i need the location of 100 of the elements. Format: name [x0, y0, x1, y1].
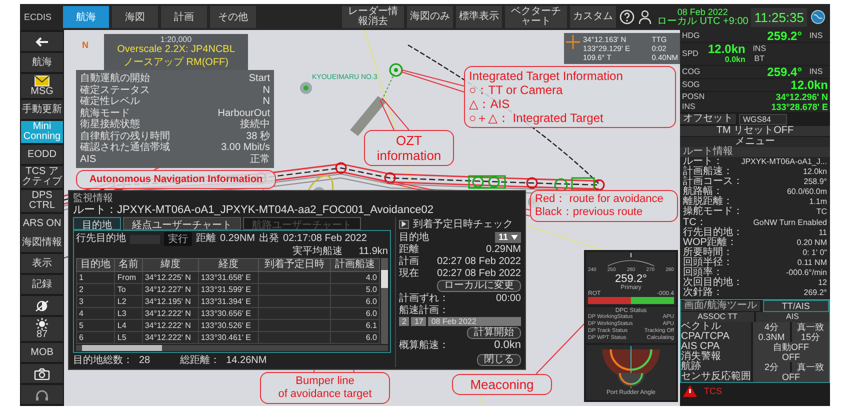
- table-cell: 6.0: [330, 332, 380, 344]
- scrollbar[interactable]: [381, 258, 388, 344]
- nav-tab[interactable]: 航海: [63, 6, 109, 28]
- sidebar-button[interactable]: 航海: [21, 53, 63, 72]
- toolbar-button[interactable]: レーダー情報消去: [342, 6, 404, 28]
- setting-value[interactable]: OFF: [753, 352, 829, 362]
- nav-tab[interactable]: 計画: [161, 6, 207, 28]
- field-value: 0.0kn: [494, 340, 521, 351]
- user-icon[interactable]: [638, 9, 654, 25]
- column-header: 名前: [114, 258, 142, 272]
- info-value: Start: [248, 73, 270, 84]
- field-label: 目的地: [399, 232, 429, 243]
- total-waypoints: 28: [139, 355, 150, 367]
- source-label: BT: [753, 54, 766, 64]
- total-distance: 14.26NM: [226, 355, 267, 367]
- setting-value[interactable]: 真一致: [792, 362, 829, 372]
- field-label: 計画: [399, 256, 419, 267]
- chart-map[interactable]: [64, 30, 680, 406]
- setting-value[interactable]: 4分: [753, 322, 790, 332]
- reset-button[interactable]: TM リセットOFF: [680, 126, 830, 136]
- window-tab[interactable]: 経点ユーザーチャート: [123, 217, 241, 230]
- field-label: 実平均船速: [292, 246, 343, 258]
- offset-button[interactable]: オフセット: [680, 114, 736, 124]
- sidebar-button[interactable]: [21, 364, 63, 383]
- heading-value: 259.2°: [615, 273, 647, 285]
- assoc-tt-button[interactable]: ASSOC TT: [681, 312, 754, 322]
- setting-value[interactable]: 自動OFF: [753, 342, 829, 352]
- brightness-icon: [34, 300, 50, 312]
- sidebar-button[interactable]: EODD: [21, 145, 63, 164]
- setting-value[interactable]: 0.3NM: [753, 332, 790, 342]
- info-value: 0.11 NM: [797, 258, 827, 268]
- window-tab[interactable]: 目的地: [73, 217, 121, 230]
- callout-text: ○：TT or Camera: [469, 83, 563, 97]
- sidebar-button[interactable]: MOB: [21, 343, 63, 362]
- sidebar-button[interactable]: [21, 296, 63, 315]
- callout-text: information: [376, 148, 442, 163]
- target-icon: [389, 63, 403, 77]
- sidebar-button[interactable]: TCS アクティブ: [21, 166, 63, 188]
- play-button[interactable]: [399, 220, 409, 228]
- tool-tab[interactable]: TT/AIS: [762, 300, 829, 312]
- sidebar-button[interactable]: 手動更新: [21, 100, 63, 119]
- nav-tab[interactable]: 海図: [112, 6, 158, 28]
- local-time-button[interactable]: ローカルに変更: [437, 280, 521, 292]
- field-value: 02:27 08 Feb 2022: [437, 268, 521, 279]
- ozt-zone: [350, 96, 386, 136]
- toolbar-button[interactable]: 海図のみ: [406, 6, 453, 28]
- dropdown-caret-icon: [511, 235, 518, 240]
- setting-value[interactable]: 2分: [753, 362, 790, 372]
- sidebar-button[interactable]: 海図情報: [21, 233, 63, 252]
- field-label: 出発: [259, 233, 280, 245]
- scrollbar[interactable]: [76, 345, 388, 351]
- toolbar-button[interactable]: ベクターチャート: [504, 6, 567, 28]
- nav-tab[interactable]: その他: [210, 6, 256, 28]
- info-value: 0: 1' 0": [802, 248, 827, 258]
- sidebar-button[interactable]: DPS CTRL: [21, 190, 63, 212]
- info-value: 接続中: [240, 119, 270, 130]
- menu-button[interactable]: メニュー: [680, 137, 830, 147]
- scale-text: 1:20,000: [160, 35, 192, 44]
- setting-value[interactable]: 真一致: [792, 322, 829, 332]
- toolbar-button[interactable]: カスタム: [570, 6, 616, 28]
- info-value: 258.9°: [804, 177, 827, 187]
- table-cell: 34°12.222' N: [142, 308, 198, 320]
- cog-label: COG: [682, 67, 702, 77]
- source-label: INS: [682, 102, 696, 112]
- sidebar-button[interactable]: 表示: [21, 254, 63, 273]
- sog-value: 12.0kn: [790, 79, 828, 91]
- info-label: 回頭率：: [683, 268, 723, 278]
- calculate-button[interactable]: 計算開始: [467, 327, 521, 339]
- sidebar-button[interactable]: [21, 32, 63, 51]
- setting-label: 消失警報: [681, 352, 751, 362]
- field-value: 0.29NM: [486, 244, 521, 255]
- sidebar-button[interactable]: [21, 385, 63, 404]
- sidebar-button[interactable]: 記録: [21, 275, 63, 294]
- toolbar-button[interactable]: 標準表示: [456, 6, 502, 28]
- table-cell: 5.0: [330, 284, 380, 296]
- setting-label: AIS CPA: [681, 342, 751, 352]
- table-cell: 4.0: [330, 272, 380, 284]
- info-value: 0.20 NM: [796, 238, 827, 248]
- ais-button[interactable]: AIS: [756, 312, 829, 322]
- sidebar-button[interactable]: 87: [21, 317, 63, 341]
- sidebar-button[interactable]: ARS ON: [21, 214, 63, 233]
- sidebar-button[interactable]: MSG: [21, 74, 63, 98]
- help-icon[interactable]: [618, 9, 635, 25]
- execute-button[interactable]: 実行: [164, 232, 192, 246]
- setting-value[interactable]: OFF: [753, 372, 829, 382]
- table-cell: 34°12.225' N: [142, 272, 198, 284]
- average-speed-value: 11.9kn: [358, 246, 388, 258]
- globe-icon: [810, 9, 826, 25]
- column-header: 目的地: [76, 258, 115, 272]
- info-label: 衛星接続状態: [80, 119, 140, 130]
- info-label: 回頭半径：: [683, 258, 733, 268]
- setting-value[interactable]: 15分: [792, 332, 829, 342]
- speed-sub-value: 0.0kn: [724, 55, 746, 65]
- close-button[interactable]: 閉じる: [477, 354, 521, 366]
- destination-select[interactable]: 11: [495, 232, 521, 243]
- info-value: 1.1m: [809, 197, 827, 207]
- leader-line: [402, 70, 464, 92]
- callout-text: △：AIS: [469, 97, 510, 111]
- envelope-icon: [34, 75, 50, 87]
- table-cell: 2: [76, 284, 115, 296]
